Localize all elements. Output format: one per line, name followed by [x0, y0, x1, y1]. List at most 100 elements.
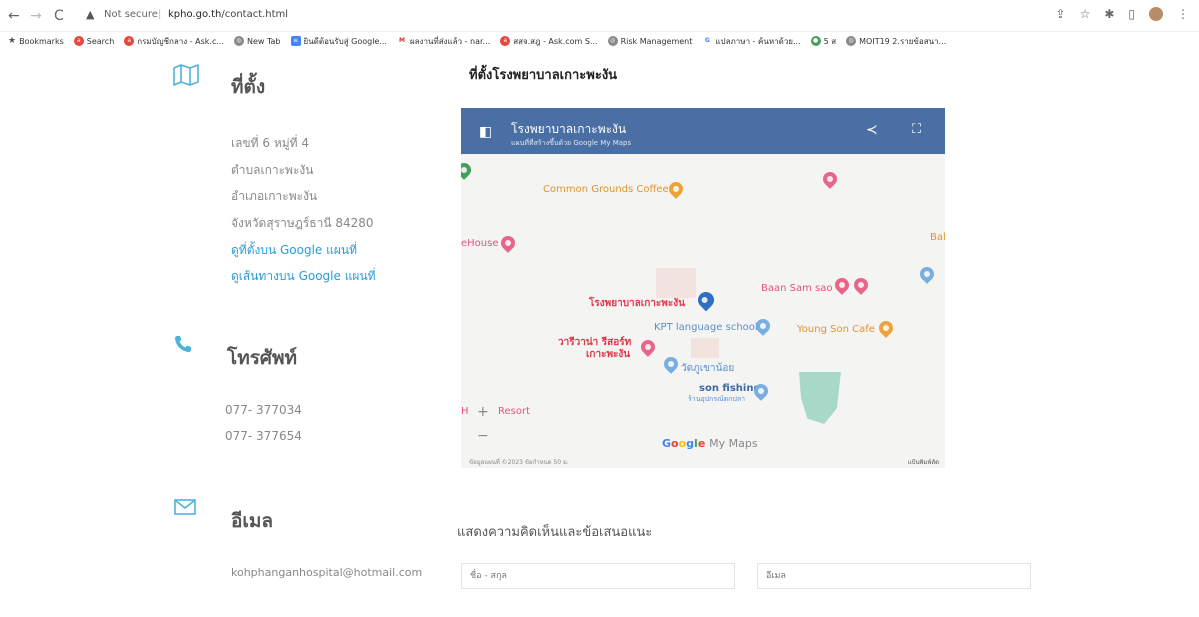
security-label[interactable]: Not secure — [104, 9, 158, 20]
bookmark-item[interactable]: a Search — [73, 36, 115, 46]
star-icon: ★ — [8, 36, 17, 46]
email-address[interactable]: kohphanganhospital@hotmail.com — [231, 566, 422, 579]
google-map-directions-link[interactable]: ดูเส้นทางบน Google แผนที่ — [231, 267, 376, 286]
keyboard-shortcuts-link[interactable]: แป้นพิมพ์ลัด — [908, 457, 939, 467]
map-pin-icon[interactable] — [638, 337, 658, 357]
map-place-label[interactable]: วัดภูเขาน้อย — [681, 361, 734, 376]
map-share-icon[interactable]: ≺ — [866, 122, 878, 138]
ask-icon: a — [500, 36, 511, 46]
docs-icon: ≡ — [290, 36, 301, 46]
ask-icon: a — [124, 36, 135, 46]
name-input[interactable] — [461, 563, 735, 589]
extensions-icon[interactable]: ✱ — [1104, 7, 1114, 21]
bookmark-label: สสจ.สฎ - Ask.com S... — [513, 36, 598, 46]
avatar[interactable] — [1149, 7, 1163, 21]
bookmark-label: 5 ส — [823, 36, 837, 46]
warning-icon[interactable]: ▲ — [86, 8, 94, 21]
map-place-label[interactable]: เกาะพะงัน — [586, 347, 630, 362]
email-title: อีเมล — [231, 510, 274, 532]
url-field[interactable]: kpho.go.th/contact.html — [168, 9, 288, 20]
phone-number[interactable]: 077- 377034 — [225, 403, 302, 417]
map-place-label[interactable]: Common Grounds Coffee — [543, 184, 669, 195]
bookmark-label: New Tab — [246, 36, 281, 46]
map-place-label[interactable]: Young Son Cafe — [797, 324, 875, 335]
email-input[interactable] — [757, 563, 1031, 589]
map-building — [656, 268, 696, 298]
address-line: อำเภอเกาะพะงัน — [231, 189, 318, 203]
bookmark-label: กรมบัญชีกลาง - Ask.c... — [137, 36, 224, 46]
map-header-title: โรงพยาบาลเกาะพะงัน — [511, 122, 627, 136]
back-arrow-icon[interactable]: ← — [8, 7, 20, 25]
url-path: /contact.html — [221, 9, 289, 20]
map-icon — [173, 64, 199, 86]
bookmark-label: ยินดีต้อนรับสู่ Google... — [303, 36, 387, 46]
bookmark-item[interactable]: M ผลงานที่ส่งแล้ว - nar... — [396, 35, 491, 48]
bookmark-star-icon[interactable]: ☆ — [1080, 7, 1091, 21]
envelope-icon — [174, 499, 196, 515]
zoom-in-button[interactable]: + — [477, 404, 489, 420]
url-domain: kpho.go.th — [168, 9, 222, 20]
bookmarks-bar: ★ Bookmarks a Search a กรมบัญชีกลาง - Ask.c… — [0, 32, 1199, 50]
feedback-title: แสดงความคิดเห็นและข้อเสนอแนะ — [457, 525, 653, 540]
embedded-map[interactable]: ◧ โรงพยาบาลเกาะพะงัน แผนที่ที่สร้างขึ้นด… — [461, 108, 945, 468]
phone-icon — [175, 336, 191, 352]
map-pin-icon[interactable] — [666, 179, 686, 199]
bookmark-label: MOIT19 2.รายข้อสนา... — [859, 36, 947, 46]
sidepanel-icon[interactable]: ▯ — [1128, 7, 1135, 21]
address-line: ตำบลเกาะพะงัน — [231, 163, 314, 177]
forward-arrow-icon[interactable]: → — [30, 7, 42, 25]
google-icon: G — [702, 36, 713, 46]
reload-icon[interactable]: C — [54, 7, 64, 25]
google-map-location-link[interactable]: ดูที่ตั้งบน Google แผนที่ — [231, 241, 357, 260]
map-pin-icon[interactable] — [876, 318, 896, 338]
share-icon[interactable]: ⇪ — [1056, 7, 1066, 21]
browser-toolbar: ← → C ▲ Not secure | kpho.go.th/contact.… — [0, 0, 1199, 32]
globe-icon: ◎ — [233, 36, 244, 46]
bookmark-label: ผลงานที่ส่งแล้ว - nar... — [409, 36, 491, 46]
map-heading: ที่ตั้งโรงพยาบาลเกาะพะงัน — [469, 68, 618, 83]
address-line: เลขที่ 6 หมู่ที่ 4 — [231, 136, 310, 150]
bookmark-item[interactable]: a สสจ.สฎ - Ask.com S... — [500, 35, 598, 48]
map-header: ◧ โรงพยาบาลเกาะพะงัน แผนที่ที่สร้างขึ้นด… — [461, 108, 945, 154]
bookmark-label: แปลภาษา - ค้นหาด้วย... — [715, 36, 801, 46]
map-place-label[interactable]: H — [461, 406, 469, 417]
map-pin-icon[interactable] — [820, 169, 840, 189]
phone-number[interactable]: 077- 377654 — [225, 429, 302, 443]
map-park-area — [799, 372, 841, 424]
hospital-pin-icon[interactable] — [694, 288, 718, 312]
bookmark-item[interactable]: ● 5 ส — [810, 35, 837, 48]
menu-icon[interactable]: ⋮ — [1177, 7, 1189, 21]
map-attribution[interactable]: ข้อมูลแผนที่ ©2023 ข้อกำหนด 50 ม. — [469, 457, 569, 467]
map-pin-icon[interactable] — [498, 233, 518, 253]
map-place-label[interactable]: Baan Sam sao — [761, 283, 832, 294]
gmail-icon: M — [396, 36, 407, 46]
globe-icon: ◎ — [607, 36, 618, 46]
map-place-label[interactable]: Bal — [930, 232, 945, 243]
map-place-label[interactable]: son fishing — [699, 383, 761, 394]
map-place-label[interactable]: KPT language school — [654, 322, 758, 333]
map-pin-icon[interactable] — [661, 354, 681, 374]
map-pin-icon[interactable] — [917, 264, 937, 284]
bookmark-item[interactable]: ≡ ยินดีต้อนรับสู่ Google... — [290, 35, 387, 48]
map-header-subtitle: แผนที่ที่สร้างขึ้นด้วย Google My Maps — [511, 139, 632, 147]
map-place-label[interactable]: eHouse — [461, 238, 499, 249]
map-pin-icon[interactable] — [461, 160, 474, 180]
bookmark-item[interactable]: G แปลภาษา - ค้นหาด้วย... — [702, 35, 801, 48]
map-place-label[interactable]: Resort — [498, 406, 530, 417]
bookmark-item[interactable]: ★ Bookmarks — [8, 36, 64, 46]
map-pin-icon[interactable] — [851, 275, 871, 295]
google-logo: Google My Maps — [662, 437, 758, 450]
bookmark-item[interactable]: ◎ New Tab — [233, 36, 281, 46]
map-pin-icon[interactable] — [832, 275, 852, 295]
green-dot-icon: ● — [810, 36, 821, 46]
map-sidebar-icon[interactable]: ◧ — [479, 124, 492, 140]
zoom-out-button[interactable]: − — [477, 428, 489, 444]
hospital-label[interactable]: โรงพยาบาลเกาะพะงัน — [589, 296, 685, 311]
bookmark-label: Search — [86, 36, 115, 46]
bookmark-item[interactable]: ◎ MOIT19 2.รายข้อสนา... — [846, 35, 946, 48]
bookmark-item[interactable]: a กรมบัญชีกลาง - Ask.c... — [124, 35, 224, 48]
bookmark-item[interactable]: ◎ Risk Management — [607, 36, 692, 46]
phone-title: โทรศัพท์ — [227, 347, 298, 369]
location-title: ที่ตั้ง — [231, 76, 266, 98]
fullscreen-icon[interactable]: ⛶ — [912, 122, 921, 137]
